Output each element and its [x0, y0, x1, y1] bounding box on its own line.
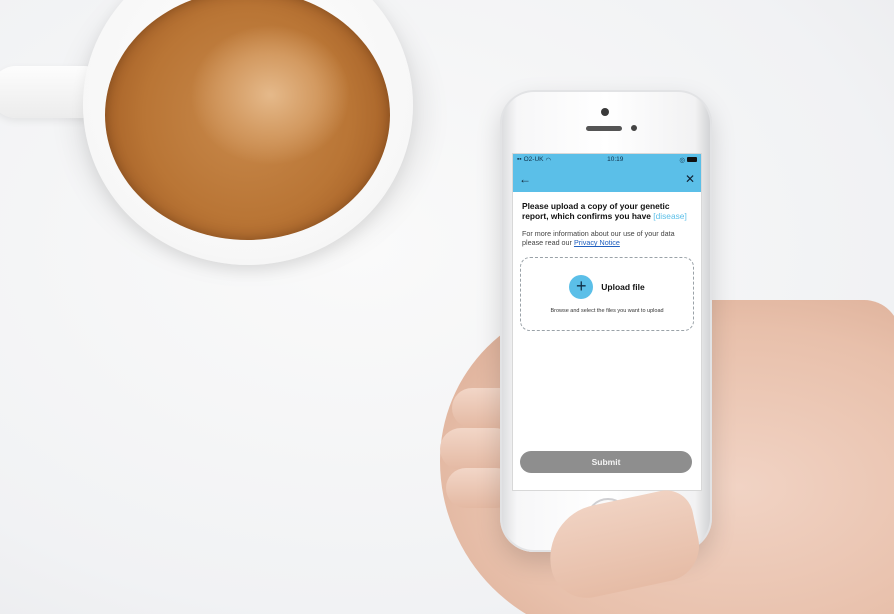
signal-icon: ▪▪: [517, 156, 522, 163]
front-camera: [601, 108, 609, 116]
battery-icon: ◎: [679, 156, 697, 164]
photo-scene: ▪▪ O2-UK ◠ 10:19 ◎ ← ✕ Please upload a c…: [0, 0, 894, 614]
status-bar: ▪▪ O2-UK ◠ 10:19 ◎: [513, 154, 701, 165]
page-heading: Please upload a copy of your genetic rep…: [522, 201, 692, 221]
upload-content: Please upload a copy of your genetic rep…: [513, 192, 701, 331]
close-icon[interactable]: ✕: [685, 172, 695, 186]
plus-icon[interactable]: +: [569, 274, 594, 299]
heading-text: Please upload a copy of your genetic rep…: [522, 201, 670, 221]
disease-placeholder: [disease]: [653, 211, 687, 221]
upload-subtitle: Browse and select the files you want to …: [550, 307, 664, 314]
app-screen: ▪▪ O2-UK ◠ 10:19 ◎ ← ✕ Please upload a c…: [512, 153, 702, 491]
status-time: 10:19: [607, 156, 624, 163]
wifi-icon: ◠: [545, 156, 552, 164]
proximity-sensor: [631, 125, 637, 131]
carrier-label: O2-UK: [523, 156, 544, 163]
back-arrow-icon[interactable]: ←: [519, 172, 531, 186]
upload-dropzone[interactable]: + Upload file Browse and select the file…: [520, 257, 694, 331]
coffee-foam: [105, 0, 390, 240]
nav-bar: ← ✕: [513, 165, 701, 192]
phone: ▪▪ O2-UK ◠ 10:19 ◎ ← ✕ Please upload a c…: [500, 90, 712, 552]
privacy-info: For more information about our use of yo…: [522, 229, 692, 247]
upload-title: Upload file: [601, 281, 645, 292]
earpiece-speaker: [586, 126, 622, 131]
privacy-notice-link[interactable]: Privacy Notice: [574, 238, 620, 247]
submit-button[interactable]: Submit: [520, 451, 692, 473]
